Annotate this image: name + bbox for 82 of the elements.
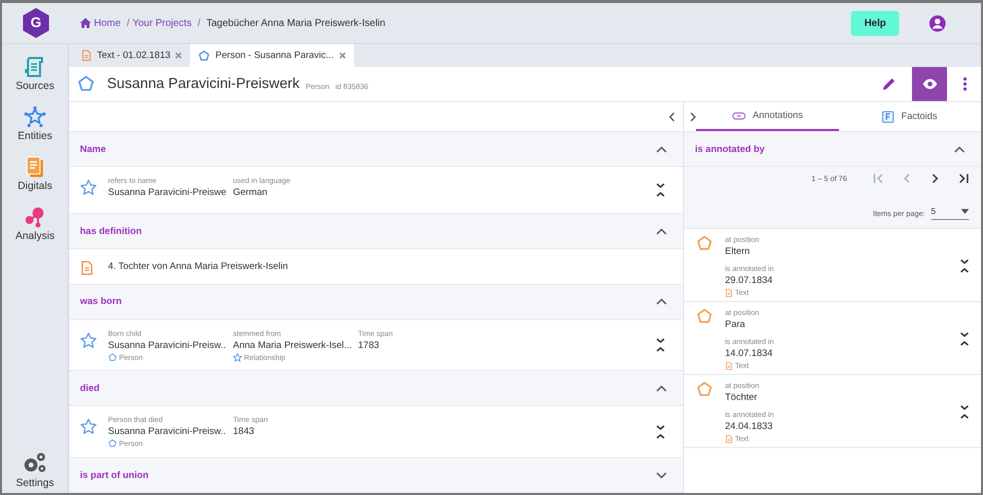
eye-icon bbox=[922, 78, 938, 90]
home-icon[interactable] bbox=[80, 18, 91, 28]
field-value: Susanna Paravicini-Preisw.. bbox=[108, 340, 227, 351]
definition-text: 4. Tochter von Anna Maria Preiswerk-Iselin bbox=[108, 260, 288, 272]
sidebar-item[interactable]: Analysis bbox=[15, 230, 55, 242]
pencil-icon bbox=[882, 77, 896, 91]
chevron-up-icon[interactable] bbox=[656, 298, 667, 306]
expand-collapse-icon[interactable] bbox=[960, 332, 969, 346]
expand-collapse-icon[interactable] bbox=[960, 259, 969, 273]
expand-collapse-icon[interactable] bbox=[656, 183, 665, 197]
field-value: 24.04.1833 bbox=[725, 421, 774, 432]
logo-letter: G bbox=[30, 14, 42, 30]
chevron-up-icon[interactable] bbox=[954, 146, 965, 152]
field-value: German bbox=[233, 187, 268, 198]
star-icon bbox=[233, 352, 242, 362]
section-header[interactable]: is annotated by bbox=[684, 132, 981, 167]
chevron-up-icon[interactable] bbox=[656, 146, 667, 152]
sidebar-item[interactable]: Digitals bbox=[18, 180, 52, 192]
field-value: Para bbox=[725, 319, 746, 330]
breadcrumb-separator: / bbox=[126, 18, 130, 28]
sidebar-item[interactable]: Sources bbox=[16, 80, 54, 92]
entity-title: Susanna Paravicini-Preiswerk bbox=[107, 76, 300, 92]
breadcrumb-link[interactable]: Your Projects bbox=[132, 18, 192, 28]
sidebar-item[interactable]: Entities bbox=[18, 130, 52, 142]
letter-f-icon bbox=[882, 110, 894, 122]
star-icon[interactable] bbox=[80, 179, 97, 196]
section-header[interactable]: died bbox=[69, 371, 683, 406]
chevron-up-icon[interactable] bbox=[656, 228, 667, 234]
pentagon-icon bbox=[77, 75, 95, 93]
document-icon bbox=[81, 50, 92, 61]
field-value: 1843 bbox=[233, 426, 256, 438]
view-button[interactable] bbox=[912, 67, 947, 101]
analysis-icon[interactable] bbox=[24, 206, 46, 228]
field-value: Töchter bbox=[725, 392, 758, 403]
field-value: Susanna Paravicini-Preisw.. bbox=[108, 426, 227, 438]
items-per-page-select[interactable]: 5 bbox=[931, 206, 969, 220]
document-tab[interactable]: Person - Susanna Paravic... bbox=[190, 44, 354, 67]
more-options-icon[interactable] bbox=[963, 77, 967, 91]
expand-collapse-icon[interactable] bbox=[656, 338, 665, 352]
section-header[interactable]: is part of union bbox=[69, 458, 683, 493]
field-value: 29.07.1834 bbox=[725, 275, 774, 286]
document-icon bbox=[725, 288, 733, 296]
pentagon-icon bbox=[108, 352, 117, 362]
star-icon[interactable] bbox=[80, 332, 97, 349]
field-value: 1783 bbox=[358, 340, 380, 351]
chevron-down-icon[interactable] bbox=[656, 472, 667, 479]
field-value: Anna Maria Preiswerk-Isel... bbox=[233, 340, 353, 351]
pentagon-icon bbox=[696, 308, 713, 325]
star-icon[interactable] bbox=[80, 418, 97, 436]
chevron-up-icon[interactable] bbox=[656, 384, 667, 392]
pentagon-icon bbox=[198, 50, 210, 62]
help-button[interactable]: Help bbox=[851, 10, 899, 36]
document-icon bbox=[80, 260, 94, 275]
pentagon-icon bbox=[696, 381, 713, 398]
field-value: 14.07.1834 bbox=[725, 348, 774, 359]
star-network-icon[interactable] bbox=[24, 106, 46, 128]
user-avatar-icon[interactable] bbox=[929, 14, 946, 32]
pentagon-icon bbox=[108, 439, 117, 448]
expand-collapse-icon[interactable] bbox=[656, 424, 665, 439]
caret-down-icon bbox=[961, 208, 969, 214]
document-icon bbox=[725, 434, 733, 442]
last-page-icon[interactable] bbox=[957, 173, 969, 184]
expand-collapse-icon[interactable] bbox=[960, 405, 969, 419]
chevron-left-icon[interactable] bbox=[669, 112, 675, 122]
logo-icon[interactable] bbox=[21, 7, 51, 39]
document-tab[interactable]: Text - 01.02.1813 bbox=[73, 44, 190, 67]
field-value: Eltern bbox=[725, 246, 751, 257]
breadcrumb-link[interactable]: Home bbox=[94, 18, 121, 28]
sidebar-item[interactable]: Settings bbox=[16, 477, 54, 489]
chevron-right-icon[interactable] bbox=[690, 112, 696, 122]
settings-icon[interactable] bbox=[22, 451, 48, 475]
panel-tab[interactable]: Factoids bbox=[838, 102, 981, 131]
close-icon[interactable] bbox=[338, 52, 346, 59]
breadcrumb-separator: / bbox=[198, 18, 200, 28]
section-header[interactable]: was born bbox=[69, 284, 683, 320]
breadcrumb-current: Tagebücher Anna Maria Preiswerk-Iselin bbox=[206, 18, 386, 28]
field-value: Susanna Paravicini-Preiswe bbox=[108, 187, 228, 198]
pentagon-icon bbox=[696, 235, 713, 252]
link-icon bbox=[732, 112, 746, 120]
section-header[interactable]: Name bbox=[69, 132, 683, 167]
document-icon bbox=[725, 362, 733, 370]
section-header[interactable]: has definition bbox=[69, 214, 683, 249]
